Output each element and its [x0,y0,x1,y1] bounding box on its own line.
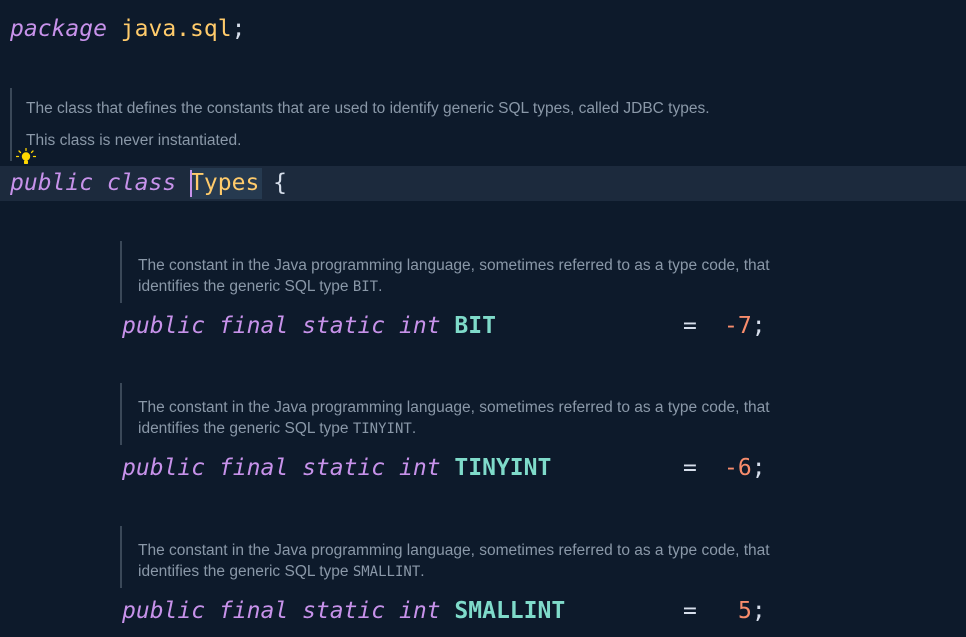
semicolon: ; [751,455,766,481]
class-declaration[interactable]: public class Types { [10,168,287,198]
semicolon: ; [751,598,766,624]
package-keyword: package [10,16,107,42]
field-doc-line: The constant in the Java programming lan… [138,257,770,274]
package-name: java.sql [120,16,232,42]
field-doc-line: The constant in the Java programming lan… [138,399,770,416]
open-brace: { [273,170,288,196]
public-keyword: public [122,598,206,624]
field-doc-line: identifies the generic SQL type BIT. [138,278,382,296]
field-value: 5; [738,596,766,626]
final-keyword: final [218,598,289,624]
class-doc-line: This class is never instantiated. [26,132,242,149]
constant-name: SMALLINT [454,598,566,624]
field-value: -6; [724,453,766,483]
equals-operator: = [683,313,697,339]
class-name: Types [190,170,260,196]
field-doc-line: identifies the generic SQL type SMALLINT… [138,563,425,581]
constant-value: 5 [738,598,752,624]
static-keyword: static [302,455,386,481]
field-doc-comment: The constant in the Java programming lan… [120,241,770,303]
field-doc-text: identifies the generic SQL type [138,563,353,580]
semicolon: ; [231,16,246,42]
semicolon: ; [751,313,766,339]
constant-value: -6 [724,455,752,481]
int-keyword: int [399,455,441,481]
constant-name: BIT [454,313,496,339]
field-declaration[interactable]: public final static int TINYINT [122,453,551,483]
field-assignment: = [683,596,697,626]
field-doc-code: SMALLINT [352,564,421,580]
package-declaration[interactable]: package java.sql; [10,14,245,44]
final-keyword: final [218,455,289,481]
field-doc-text: . [411,420,417,437]
class-keyword: class [106,170,177,196]
public-keyword: public [10,170,94,196]
field-declaration[interactable]: public final static int BIT [122,311,496,341]
class-doc-line: The class that defines the constants tha… [26,100,710,117]
field-doc-text: identifies the generic SQL type [138,278,353,295]
field-doc-text: . [378,278,383,295]
field-doc-line: The constant in the Java programming lan… [138,542,770,559]
text-cursor [190,170,192,197]
equals-operator: = [683,598,697,624]
field-assignment: = [683,453,697,483]
static-keyword: static [302,313,386,339]
field-doc-text: . [420,563,425,580]
int-keyword: int [399,598,441,624]
field-value: -7; [724,311,766,341]
code-editor[interactable]: package java.sql; The class that defines… [0,0,966,637]
public-keyword: public [122,455,206,481]
final-keyword: final [218,313,289,339]
lightbulb-icon[interactable] [15,147,37,166]
constant-name: TINYINT [454,455,552,481]
public-keyword: public [122,313,206,339]
field-doc-text: identifies the generic SQL type [138,420,353,437]
int-keyword: int [399,313,441,339]
equals-operator: = [683,455,697,481]
field-doc-code: TINYINT [352,421,412,437]
field-doc-code: BIT [352,279,379,295]
field-assignment: = [683,311,697,341]
field-declaration[interactable]: public final static int SMALLINT [122,596,565,626]
static-keyword: static [302,598,386,624]
constant-value: -7 [724,313,752,339]
field-doc-comment: The constant in the Java programming lan… [120,383,770,445]
field-doc-comment: The constant in the Java programming lan… [120,526,770,588]
field-doc-line: identifies the generic SQL type TINYINT. [138,420,416,438]
